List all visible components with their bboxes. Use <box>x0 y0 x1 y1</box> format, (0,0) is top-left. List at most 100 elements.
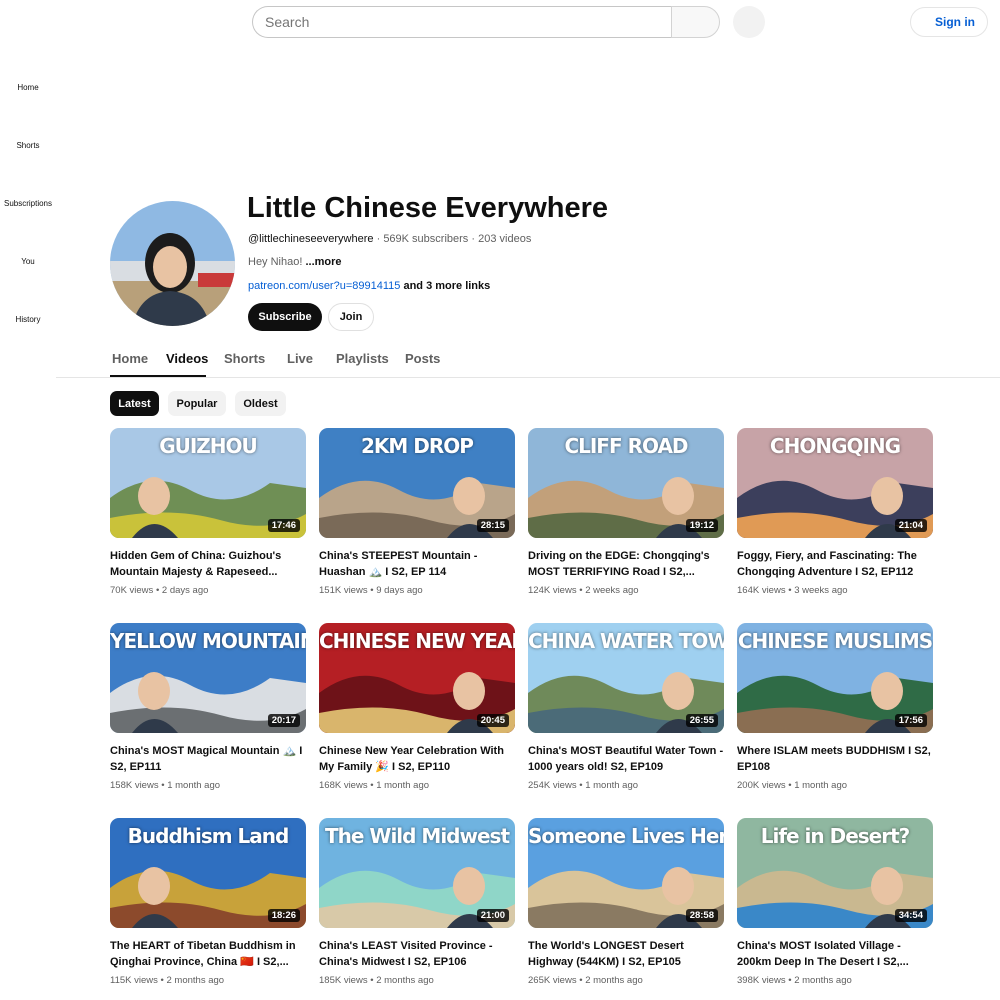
thumbnail-text: YELLOW MOUNTAIN <box>110 629 306 653</box>
tab-posts[interactable]: Posts <box>405 351 440 366</box>
video-meta: 398K views • 2 months ago <box>737 975 933 986</box>
tab-shorts[interactable]: Shorts <box>224 351 265 366</box>
video-card[interactable]: CHINESE MUSLIMS 17:56 Where ISLAM meets BU… <box>737 623 933 791</box>
video-title[interactable]: China's LEAST Visited Province - China's… <box>319 938 515 970</box>
meta-dot: • <box>785 975 795 986</box>
upload-age: 2 months ago <box>166 975 225 986</box>
video-thumbnail[interactable]: YELLOW MOUNTAIN 20:17 <box>110 623 306 733</box>
video-thumbnail[interactable]: The Wild Midwest 21:00 <box>319 818 515 928</box>
video-meta: 158K views • 1 month ago <box>110 780 306 791</box>
view-count: 254K views <box>528 780 577 791</box>
sidebar-item-label: You <box>21 257 35 266</box>
video-card[interactable]: CHONGQING 21:04 Foggy, Fiery, and Fascinat… <box>737 428 933 596</box>
thumbnail-text: CHONGQING <box>769 434 901 458</box>
thumbnail-text: Someone Lives Here ALONE <box>528 824 724 848</box>
channel-meta: @littlechineseeverywhere · 569K subscrib… <box>248 233 531 245</box>
voice-search-button[interactable] <box>733 6 765 38</box>
channel-handle[interactable]: @littlechineseeverywhere <box>248 233 374 245</box>
video-card[interactable]: CLIFF ROAD 19:12 Driving on the EDGE: Chon… <box>528 428 724 596</box>
chip-popular[interactable]: Popular <box>168 391 226 416</box>
sign-in-button[interactable]: Sign in <box>910 7 988 37</box>
more-button[interactable]: ...more <box>305 256 341 268</box>
meta-dot: • <box>785 780 795 791</box>
view-count: 70K views <box>110 585 154 596</box>
video-thumbnail[interactable]: Someone Lives Here ALONE 28:58 <box>528 818 724 928</box>
view-count: 164K views <box>737 585 786 596</box>
chip-oldest[interactable]: Oldest <box>235 391 286 416</box>
video-title[interactable]: Hidden Gem of China: Guizhou's Mountain … <box>110 548 306 580</box>
search-button[interactable] <box>671 6 720 38</box>
upload-age: 2 days ago <box>161 585 209 596</box>
tab-playlists[interactable]: Playlists <box>336 351 389 366</box>
tab-videos[interactable]: Videos <box>166 351 208 366</box>
chip-latest[interactable]: Latest <box>110 391 159 416</box>
thumbnail-text: GUIZHOU <box>159 434 258 458</box>
tab-home[interactable]: Home <box>112 351 148 366</box>
video-thumbnail[interactable]: Buddhism Land 18:26 <box>110 818 306 928</box>
video-card[interactable]: YELLOW MOUNTAIN 20:17 China's MOST Magical… <box>110 623 306 791</box>
video-thumbnail[interactable]: GUIZHOU 17:46 <box>110 428 306 538</box>
video-card[interactable]: GUIZHOU 17:46 Hidden Gem of China: Guizhou… <box>110 428 306 596</box>
video-card[interactable]: Life in Desert? 34:54 China's MOST Isolate… <box>737 818 933 986</box>
video-title[interactable]: The HEART of Tibetan Buddhism in Qinghai… <box>110 938 306 970</box>
video-meta: 254K views • 1 month ago <box>528 780 724 791</box>
sidebar-item-subscriptions[interactable]: Subscriptions <box>0 199 56 208</box>
thumbnail-text: CHINESE NEW YEAR <box>319 629 515 653</box>
video-duration-badge: 18:26 <box>267 909 300 922</box>
video-card[interactable]: Someone Lives Here ALONE 28:58 The World's… <box>528 818 724 986</box>
video-thumbnail[interactable]: 2KM DROP 28:15 <box>319 428 515 538</box>
video-title[interactable]: China's MOST Beautiful Water Town - 1000… <box>528 743 724 775</box>
video-title[interactable]: Chinese New Year Celebration With My Fam… <box>319 743 515 775</box>
video-thumbnail[interactable]: CHINESE NEW YEAR 20:45 <box>319 623 515 733</box>
video-title[interactable]: The World's LONGEST Desert Highway (544K… <box>528 938 724 970</box>
description-text: Hey Nihao! <box>248 256 303 268</box>
video-thumbnail[interactable]: CHINA WATER TOWN 26:55 <box>528 623 724 733</box>
video-title[interactable]: China's STEEPEST Mountain - Huashan 🏔️ I… <box>319 548 515 580</box>
video-duration-badge: 26:55 <box>685 714 718 727</box>
video-meta: 168K views • 1 month ago <box>319 780 515 791</box>
subscriber-count: 569K subscribers <box>383 233 469 245</box>
video-meta: 115K views • 2 months ago <box>110 975 306 986</box>
video-duration-badge: 28:58 <box>685 909 718 922</box>
video-card[interactable]: The Wild Midwest 21:00 China's LEAST Visit… <box>319 818 515 986</box>
upload-age: 1 month ago <box>794 780 848 791</box>
video-title[interactable]: Driving on the EDGE: Chongqing's MOST TE… <box>528 548 724 580</box>
upload-age: 2 months ago <box>585 975 643 986</box>
video-card[interactable]: CHINESE NEW YEAR 20:45 Chinese New Year Ce… <box>319 623 515 791</box>
sidebar-item-label: Shorts <box>16 141 40 150</box>
join-button[interactable]: Join <box>328 303 374 331</box>
upload-age: 9 days ago <box>376 585 423 596</box>
sidebar-item-shorts[interactable]: Shorts <box>0 141 56 150</box>
video-thumbnail[interactable]: CLIFF ROAD 19:12 <box>528 428 724 538</box>
channel-avatar[interactable] <box>110 201 235 326</box>
more-links-button[interactable]: and 3 more links <box>403 280 490 292</box>
sidebar-item-history[interactable]: History <box>0 315 56 324</box>
video-title[interactable]: China's MOST Magical Mountain 🏔️ I S2, E… <box>110 743 306 775</box>
view-count: 185K views <box>319 975 368 986</box>
video-meta: 124K views • 2 weeks ago <box>528 585 724 596</box>
search-input[interactable] <box>252 6 671 38</box>
tab-live[interactable]: Live <box>287 351 313 366</box>
video-title[interactable]: Foggy, Fiery, and Fascinating: The Chong… <box>737 548 933 580</box>
meta-dot: • <box>367 975 377 986</box>
video-card[interactable]: 2KM DROP 28:15 China's STEEPEST Mountain -… <box>319 428 515 596</box>
video-thumbnail[interactable]: Life in Desert? 34:54 <box>737 818 933 928</box>
subscribe-button[interactable]: Subscribe <box>248 303 322 331</box>
video-thumbnail[interactable]: CHONGQING 21:04 <box>737 428 933 538</box>
sidebar-item-home[interactable]: Home <box>0 83 56 92</box>
video-card[interactable]: CHINA WATER TOWN 26:55 China's MOST Beauti… <box>528 623 724 791</box>
meta-dot: • <box>785 585 795 596</box>
subscribe-label: Subscribe <box>258 311 312 323</box>
patreon-link[interactable]: patreon.com/user?u=89914115 <box>248 280 400 292</box>
sidebar-item-you[interactable]: You <box>0 257 56 266</box>
view-count: 151K views <box>319 585 368 596</box>
upload-age: 1 month ago <box>376 780 430 791</box>
upload-age: 3 weeks ago <box>794 585 848 596</box>
video-title[interactable]: China's MOST Isolated Village - 200km De… <box>737 938 933 970</box>
video-card[interactable]: Buddhism Land 18:26 The HEART of Tibetan B… <box>110 818 306 986</box>
channel-description[interactable]: Hey Nihao! ...more <box>248 256 342 268</box>
video-title[interactable]: Where ISLAM meets BUDDHISM I S2, EP108 <box>737 743 933 775</box>
active-tab-indicator <box>110 375 206 377</box>
video-thumbnail[interactable]: CHINESE MUSLIMS 17:56 <box>737 623 933 733</box>
search-bar <box>252 6 720 38</box>
